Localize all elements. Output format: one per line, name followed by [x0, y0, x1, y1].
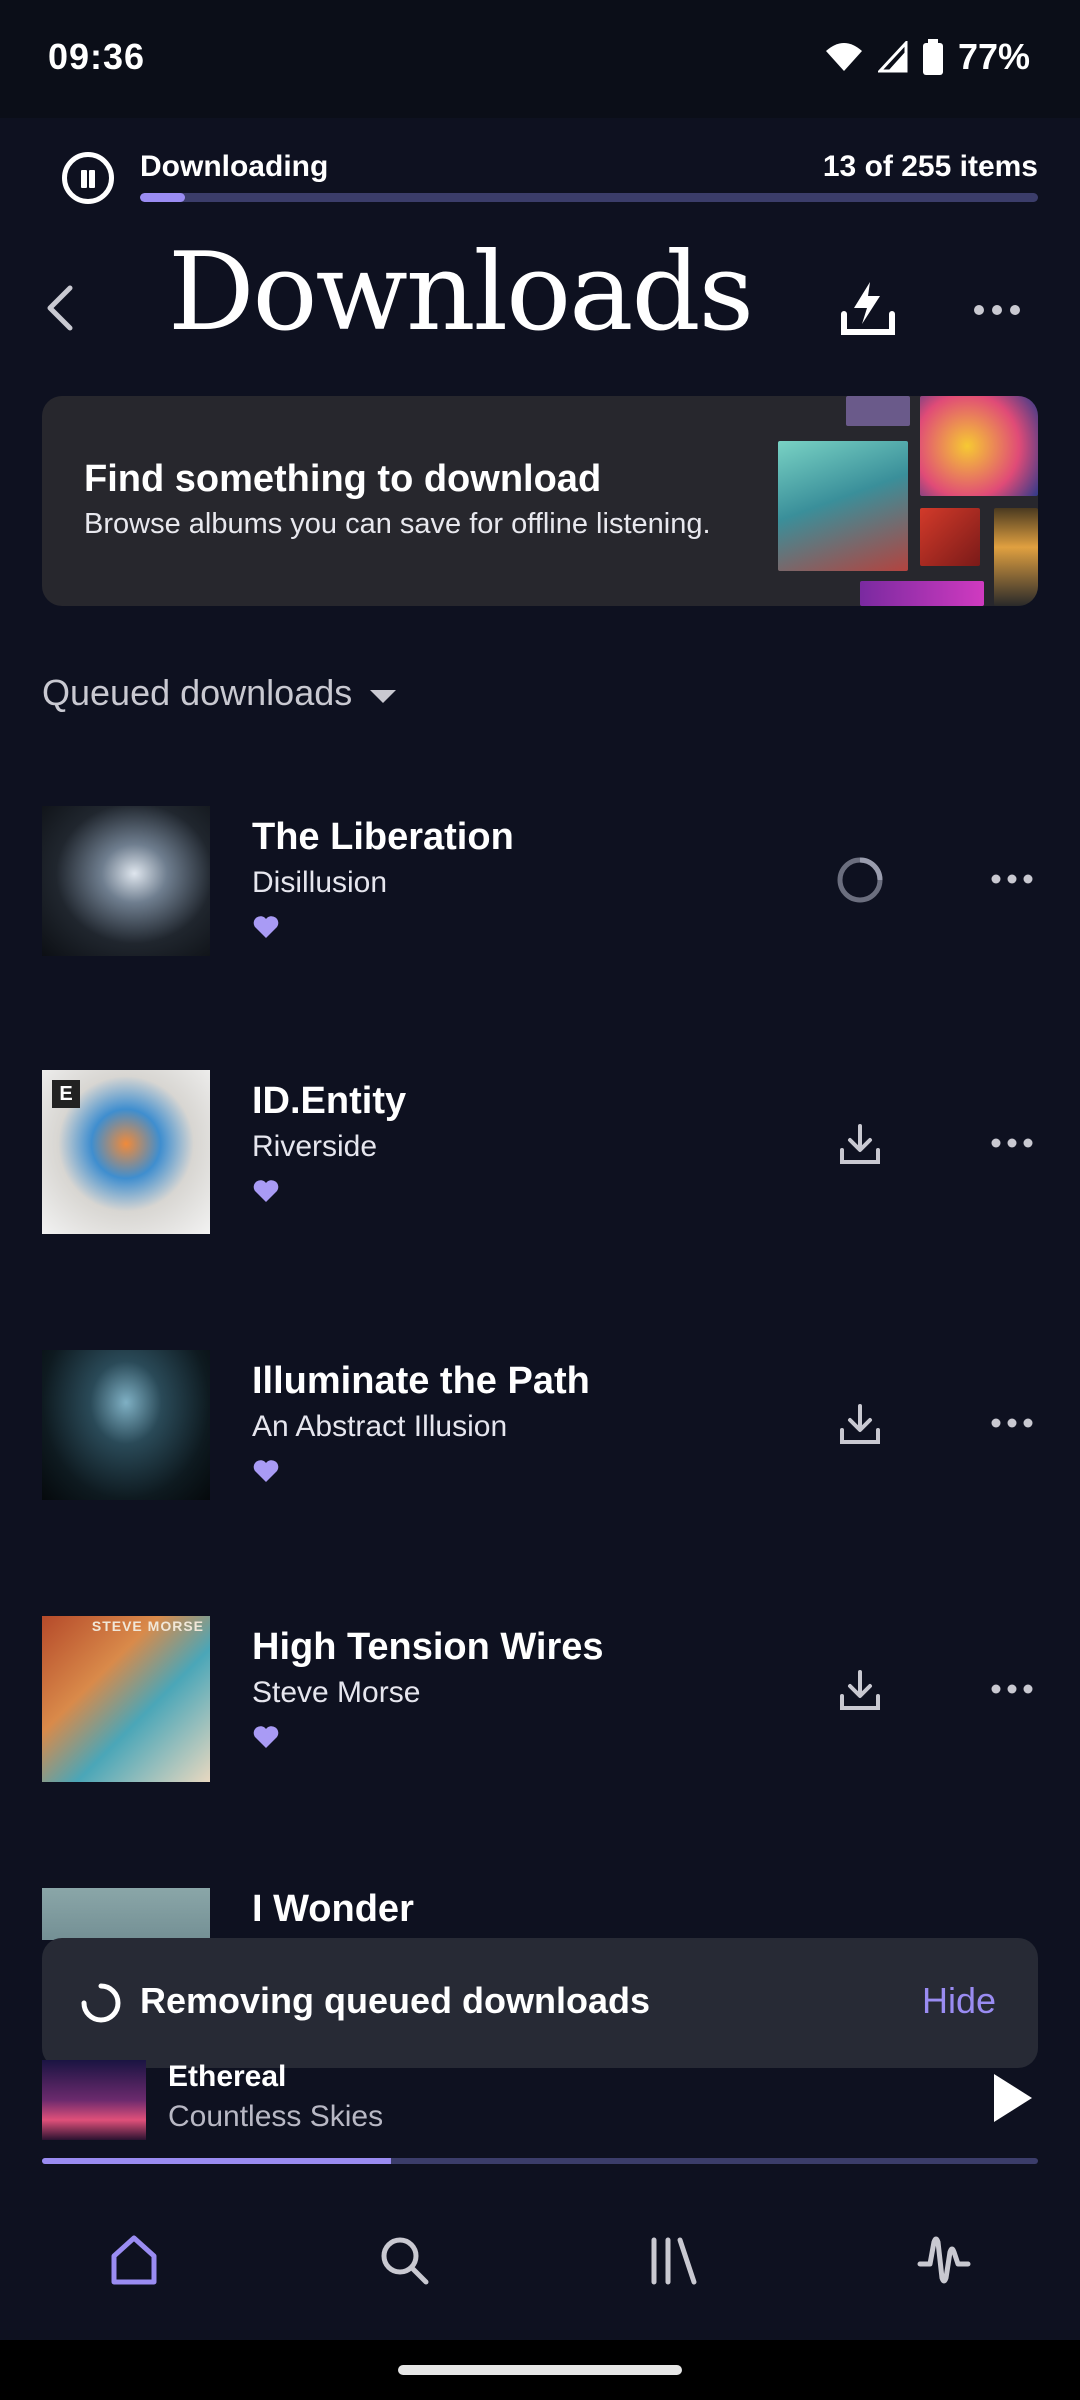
section-label: Queued downloads — [42, 672, 353, 713]
explicit-badge: E — [52, 1080, 80, 1108]
item-title: High Tension Wires — [252, 1626, 604, 1668]
toast-message: Removing queued downloads — [140, 1980, 651, 2021]
album-cover: STEVE MORSE — [42, 1616, 210, 1782]
library-icon — [651, 2237, 697, 2285]
home-icon — [111, 2235, 157, 2285]
loading-spinner-icon — [81, 1983, 121, 2023]
album-cover: E — [42, 1070, 210, 1234]
signal-icon — [877, 41, 908, 73]
more-options-icon[interactable] — [972, 290, 1022, 330]
heart-icon — [253, 1460, 279, 1482]
banner-subtitle: Browse albums you can save for offline l… — [84, 508, 711, 540]
more-options-icon[interactable] — [990, 1408, 1034, 1438]
list-item[interactable]: I Wonder — [0, 1888, 1080, 1940]
heart-icon — [253, 1726, 279, 1748]
nav-search[interactable] — [364, 2220, 444, 2300]
list-item[interactable]: Illuminate the Path An Abstract Illusion — [0, 1350, 1080, 1520]
download-icon[interactable] — [834, 1118, 886, 1170]
album-art-collage — [778, 441, 908, 571]
item-artist: Riverside — [252, 1130, 378, 1163]
loading-spinner-icon — [837, 857, 883, 903]
search-icon — [381, 2237, 429, 2285]
now-playing-title: Ethereal — [168, 2060, 287, 2093]
album-art-collage — [920, 508, 980, 566]
battery-icon — [922, 39, 943, 75]
download-icon[interactable] — [834, 1664, 886, 1716]
item-artist: Disillusion — [252, 866, 388, 899]
gesture-nav-area — [0, 2340, 1080, 2400]
album-art-collage — [994, 508, 1038, 606]
chevron-down-icon — [370, 689, 397, 703]
removing-toast: Removing queued downloads Hide — [42, 1938, 1038, 2068]
download-sync-icon[interactable] — [838, 278, 898, 338]
nav-activity[interactable] — [904, 2220, 984, 2300]
nav-library[interactable] — [634, 2220, 714, 2300]
mini-player[interactable]: Ethereal Countless Skies — [0, 2060, 1080, 2170]
activity-icon — [917, 2236, 971, 2284]
bottom-navigation — [0, 2190, 1080, 2340]
heart-icon — [253, 916, 279, 938]
wifi-icon — [825, 43, 862, 71]
download-status-label: Downloading — [140, 150, 329, 183]
album-cover — [42, 806, 210, 956]
nav-home[interactable] — [94, 2220, 174, 2300]
queued-downloads-dropdown[interactable]: Queued downloads — [42, 672, 397, 714]
item-title: The Liberation — [252, 816, 514, 858]
download-progress-track — [140, 193, 1038, 202]
list-item[interactable]: The Liberation Disillusion — [0, 806, 1080, 976]
album-art-collage — [846, 396, 910, 426]
playback-progress-fill — [42, 2158, 391, 2164]
album-art-collage — [860, 581, 984, 606]
item-artist: An Abstract Illusion — [252, 1410, 508, 1443]
more-options-icon[interactable] — [990, 1128, 1034, 1158]
album-cover — [42, 1350, 210, 1500]
item-artist: Steve Morse — [252, 1676, 421, 1709]
pause-download-button[interactable] — [62, 152, 114, 204]
status-bar: 09:36 77% — [0, 0, 1080, 118]
find-download-banner[interactable]: Find something to download Browse albums… — [42, 396, 1038, 606]
download-icon[interactable] — [834, 1398, 886, 1450]
heart-icon — [253, 1180, 279, 1202]
download-count: 13 of 255 items — [822, 150, 1038, 183]
list-item[interactable]: E ID.Entity Riverside — [0, 1070, 1080, 1240]
page-title: Downloads — [167, 230, 754, 355]
play-icon[interactable] — [990, 2072, 1034, 2124]
download-progress-fill — [140, 193, 185, 202]
now-playing-cover — [42, 2060, 146, 2140]
item-title: Illuminate the Path — [252, 1360, 590, 1402]
album-cover — [42, 1888, 210, 1940]
playback-progress-track[interactable] — [42, 2158, 1038, 2164]
item-title: I Wonder — [252, 1888, 414, 1930]
banner-title: Find something to download — [84, 458, 602, 500]
album-art-collage — [920, 396, 1038, 496]
more-options-icon[interactable] — [990, 864, 1034, 894]
status-time: 09:36 — [48, 36, 146, 77]
gesture-handle[interactable] — [398, 2365, 682, 2375]
battery-percent: 77% — [957, 36, 1030, 77]
more-options-icon[interactable] — [990, 1674, 1034, 1704]
hide-toast-button[interactable]: Hide — [922, 1980, 996, 2022]
cover-text: STEVE MORSE — [91, 1618, 204, 1634]
item-title: ID.Entity — [252, 1080, 407, 1122]
now-playing-artist: Countless Skies — [168, 2100, 384, 2133]
list-item[interactable]: STEVE MORSE High Tension Wires Steve Mor… — [0, 1616, 1080, 1786]
